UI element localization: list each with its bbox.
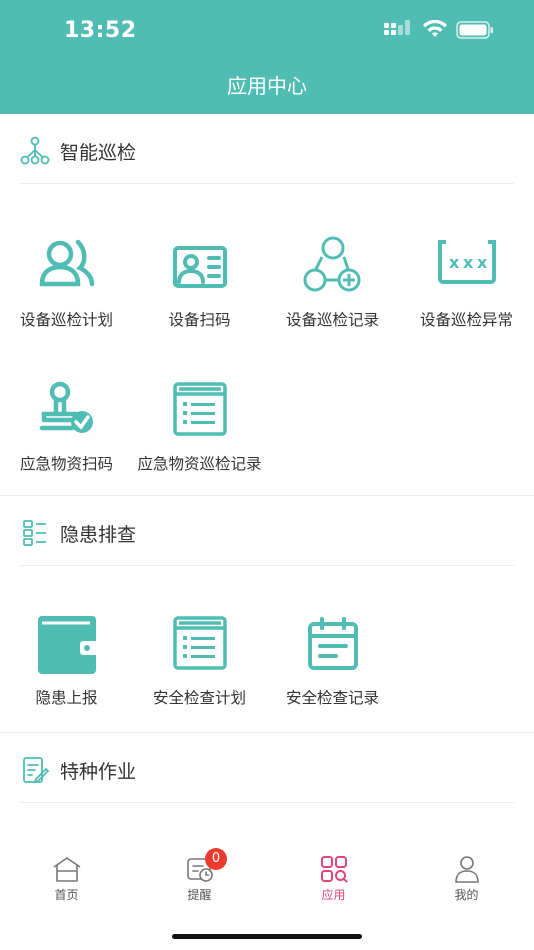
item-label: 设备巡检记录 (285, 311, 379, 329)
section-title: 特种作业 (60, 761, 137, 783)
grid-item-device-abnormal[interactable]: xxx 设备巡检异常 (400, 236, 533, 356)
item-label: 设备扫码 (168, 311, 231, 329)
item-label: 设备巡检异常 (419, 311, 513, 329)
tab-mine[interactable]: 我的 (400, 840, 533, 910)
signal-icon (384, 20, 410, 35)
grid-item-hazard-report[interactable]: 隐患上报 (0, 614, 133, 734)
list-window-icon (173, 382, 227, 436)
section-header-inspection: 智能巡检 (20, 114, 514, 184)
section-header-special-work: 特种作业 (20, 733, 514, 803)
users-icon (39, 239, 95, 287)
svg-text:x: x (463, 253, 474, 272)
calendar-icon (308, 617, 358, 670)
edit-doc-icon (23, 757, 50, 784)
password-box-icon: xxx (438, 239, 496, 284)
tab-apps[interactable]: 应用 (267, 840, 400, 910)
app-header: 13:52 应用中心 (0, 0, 534, 114)
circles-add-icon (303, 236, 361, 292)
home-indicator (172, 934, 362, 939)
page-title: 应用中心 (227, 74, 307, 98)
item-label: 隐患上报 (35, 689, 98, 707)
network-icon (20, 136, 50, 165)
grid-item-device-plan[interactable]: 设备巡检计划 (0, 236, 133, 356)
tab-home[interactable]: 首页 (0, 840, 133, 910)
svg-text:x: x (449, 253, 460, 272)
item-label: 应急物资扫码 (19, 455, 113, 473)
item-label: 安全检查计划 (152, 689, 246, 707)
grid-item-safety-record[interactable]: 安全检查记录 (266, 614, 399, 734)
section-title: 隐患排查 (60, 524, 137, 546)
svg-text:x: x (477, 253, 488, 272)
item-label: 应急物资巡检记录 (137, 455, 262, 473)
wallet-icon (38, 616, 98, 674)
home-icon (53, 857, 81, 882)
item-label: 设备巡检计划 (19, 311, 113, 329)
tab-label: 提醒 (187, 888, 212, 902)
battery-icon (456, 21, 493, 39)
wifi-icon (423, 20, 447, 37)
tab-reminder[interactable]: 0 提醒 (133, 840, 266, 910)
section-header-hazard: 隐患排查 (20, 496, 514, 566)
section-title: 智能巡检 (60, 142, 137, 164)
list-grid-icon (23, 520, 46, 546)
tab-label: 我的 (454, 888, 479, 902)
grid-item-emergency-record[interactable]: 应急物资巡检记录 (133, 380, 266, 500)
list-window-icon (173, 616, 227, 670)
grid-item-emergency-scan[interactable]: 应急物资扫码 (0, 380, 133, 500)
user-icon (455, 856, 479, 883)
reminder-badge: 0 (205, 848, 227, 870)
grid-item-safety-plan[interactable]: 安全检查计划 (133, 614, 266, 734)
stamp-check-icon (39, 381, 93, 433)
grid-item-device-record[interactable]: 设备巡检记录 (266, 236, 399, 356)
item-label: 安全检查记录 (285, 689, 379, 707)
grid-item-device-scan[interactable]: 设备扫码 (133, 236, 266, 356)
id-card-icon (173, 246, 227, 288)
tab-label: 首页 (54, 888, 79, 902)
tab-label: 应用 (321, 888, 346, 902)
apps-icon (321, 856, 348, 883)
status-time: 13:52 (64, 18, 137, 43)
